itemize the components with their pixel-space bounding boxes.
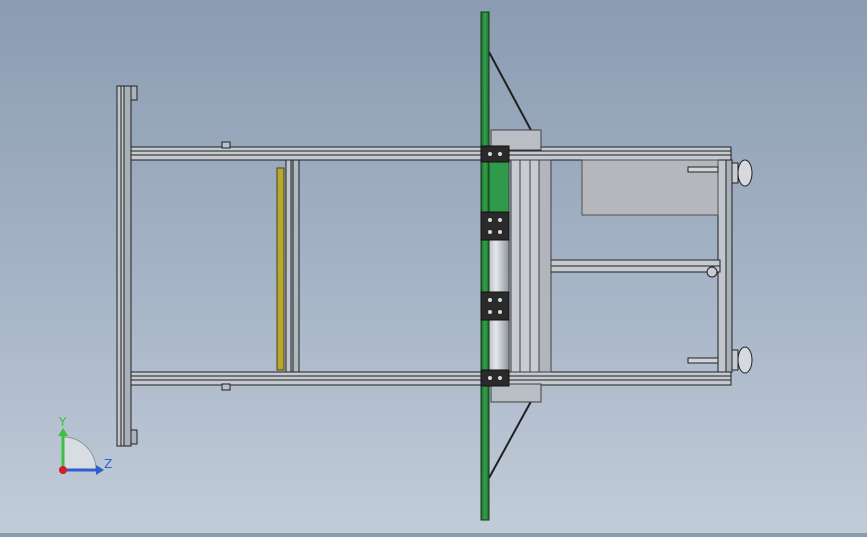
cad-viewport[interactable]: Y Z [0, 0, 867, 533]
left-end-frame [116, 85, 138, 447]
yellow-guide-bar [276, 167, 285, 371]
green-side-plate [480, 11, 490, 521]
triad-origin [59, 466, 67, 474]
top-rail [130, 141, 732, 161]
z-axis-label: Z [104, 457, 112, 471]
coordinate-triad: Y Z [58, 415, 112, 475]
roller-assembly [482, 129, 552, 403]
bottom-rail [130, 371, 732, 391]
model-drawing: Y Z [58, 11, 753, 521]
y-axis-label: Y [58, 415, 67, 429]
inner-posts [285, 159, 300, 373]
triad-quadrant [62, 436, 97, 471]
